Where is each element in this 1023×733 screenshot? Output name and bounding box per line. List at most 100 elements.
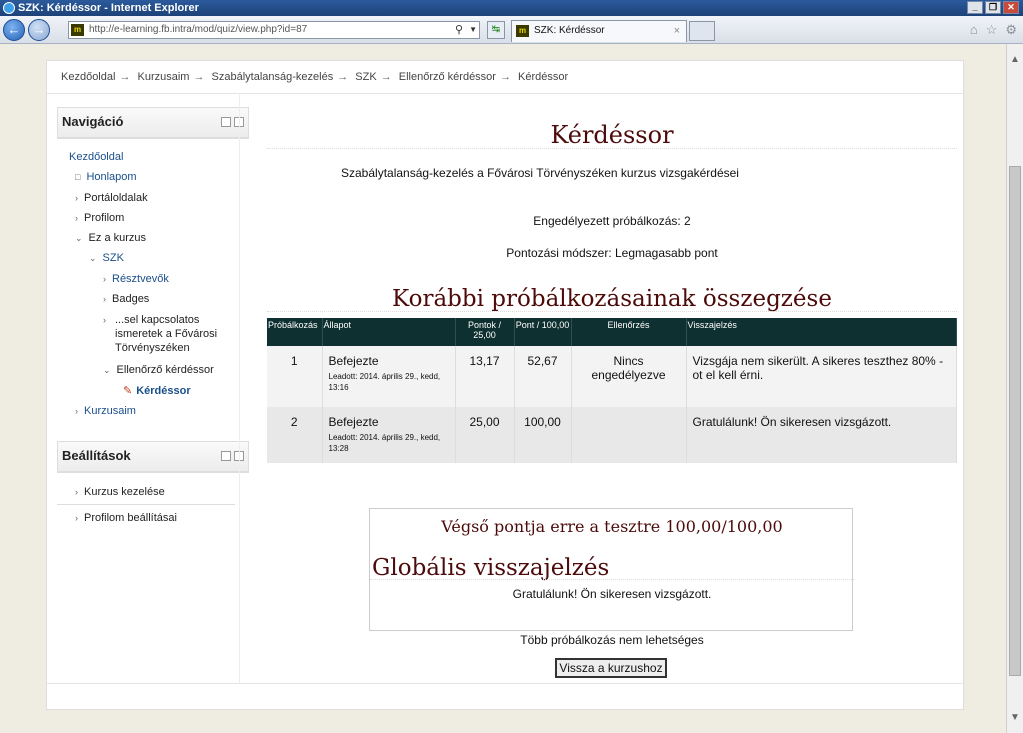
chevron-down-icon: ⌄ <box>75 233 83 243</box>
breadcrumb-item[interactable]: Kérdéssor <box>518 71 568 83</box>
navigation-title: Navigáció <box>62 114 124 129</box>
collapse-icon[interactable] <box>221 117 231 127</box>
feedback-box: Végső pontja erre a tesztre 100,00/100,0… <box>369 508 854 631</box>
nav-item-quiz-section[interactable]: ⌄ Ellenőrző kérdéssor <box>103 364 214 376</box>
nav-item-mypage[interactable]: □ Honlapom <box>75 171 137 183</box>
breadcrumb: Kezdőoldal → Kurzusaim → Szabálytalanság-k… <box>61 71 569 83</box>
chevron-right-icon: › <box>75 406 78 416</box>
square-bullet-icon: □ <box>75 172 81 182</box>
quiz-icon: ✎ <box>123 385 133 397</box>
col-header-points: Pontok / 25,00 <box>455 318 515 346</box>
minimize-icon[interactable]: _ <box>967 1 983 14</box>
summary-heading: Korábbi próbálkozásainak összegzése <box>392 286 832 312</box>
attempt-points: 25,00 <box>455 407 515 463</box>
breadcrumb-item[interactable]: Kezdőoldal <box>61 71 115 83</box>
grading-method: Pontozási módszer: Legmagasabb pont <box>506 246 718 260</box>
settings-item-profile-settings[interactable]: › Profilom beállításai <box>75 512 177 524</box>
col-header-review: Ellenőrzés <box>571 318 687 346</box>
col-header-feedback: Visszajelzés <box>686 318 957 346</box>
submitted-time: Leadott: 2014. április 29., kedd, 13:16 <box>328 372 441 392</box>
col-header-grade: Pont / 100,00 <box>514 318 572 346</box>
submitted-time: Leadott: 2014. április 29., kedd, 13:28 <box>328 433 441 453</box>
nav-item-my-courses[interactable]: › Kurzusaim <box>75 405 136 417</box>
navigation-block: Navigáció <box>57 107 249 139</box>
compatibility-icon[interactable]: ↹ <box>487 21 505 39</box>
chevron-down-icon: ⌄ <box>89 253 97 263</box>
nav-item-section[interactable]: › ...sel kapcsolatos ismeretek a Fővárosi… <box>103 313 223 355</box>
chevron-down-icon: ⌄ <box>103 365 111 375</box>
settings-item-course-admin[interactable]: › Kurzus kezelése <box>75 486 165 498</box>
tab-title: SZK: Kérdéssor <box>534 25 605 36</box>
search-icon[interactable]: ⚲ <box>455 22 463 38</box>
browser-toolbar: ← → m http://e-learning.fb.intra/mod/qui… <box>0 16 1023 44</box>
nav-item-szk[interactable]: ⌄ SZK <box>89 252 124 264</box>
attempt-number: 1 <box>267 346 323 407</box>
page-content: Kezdőoldal → Kurzusaim → Szabálytalanság-k… <box>46 60 965 710</box>
tab-favicon-icon: m <box>516 25 529 37</box>
chevron-right-icon: › <box>75 487 78 497</box>
nav-item-participants[interactable]: › Résztvevők <box>103 273 169 285</box>
attempt-grade: 52,67 <box>514 346 572 407</box>
nav-item-quiz[interactable]: ✎ Kérdéssor <box>123 384 191 397</box>
attempts-allowed: Engedélyezett próbálkozás: 2 <box>533 214 691 228</box>
quiz-intro: Szabálytalanság-kezelés a Fővárosi Törvé… <box>341 166 739 180</box>
attempt-points: 13,17 <box>455 346 515 407</box>
chevron-right-icon: › <box>75 213 78 223</box>
vertical-scrollbar[interactable]: ▲ ▼ <box>1006 44 1023 733</box>
window-title: SZK: Kérdéssor - Internet Explorer <box>18 2 199 14</box>
settings-tree: › Kurzus kezelése › Profilom beállításai <box>57 486 247 526</box>
table-row: 1 Befejezte Leadott: 2014. április 29., k… <box>267 346 957 407</box>
attempt-review: Nincs engedélyezve <box>571 346 687 407</box>
scroll-up-icon[interactable]: ▲ <box>1010 54 1020 65</box>
attempt-feedback: Vizsgája nem sikerült. A sikeres teszthe… <box>686 346 957 407</box>
col-header-status: Állapot <box>322 318 456 346</box>
nav-item-this-course[interactable]: ⌄ Ez a kurzus <box>75 232 146 244</box>
ie-logo-icon <box>3 2 15 14</box>
scroll-thumb[interactable] <box>1009 166 1021 676</box>
new-tab-button[interactable] <box>689 21 715 41</box>
settings-block: Beállítások <box>57 441 249 473</box>
settings-gear-icon[interactable]: ⚙ <box>1005 22 1017 38</box>
window-titlebar: SZK: Kérdéssor - Internet Explorer _ ❐ ✕ <box>0 0 1023 16</box>
dropdown-icon[interactable]: ▼ <box>469 22 477 38</box>
chevron-right-icon: › <box>75 513 78 523</box>
window-controls: _ ❐ ✕ <box>967 1 1019 14</box>
address-url[interactable]: http://e-learning.fb.intra/mod/quiz/view… <box>89 24 307 35</box>
attempt-status: Befejezte Leadott: 2014. április 29., ked… <box>322 407 456 463</box>
breadcrumb-item[interactable]: Szabálytalanság-kezelés <box>212 71 334 83</box>
nav-item-portal[interactable]: › Portáloldalak <box>75 192 148 204</box>
favorites-star-icon[interactable]: ☆ <box>986 22 998 38</box>
browser-tab[interactable]: m SZK: Kérdéssor × <box>511 20 687 42</box>
table-row: 2 Befejezte Leadott: 2014. április 29., k… <box>267 407 957 463</box>
home-icon[interactable]: ⌂ <box>970 22 978 38</box>
col-header-attempt: Próbálkozás <box>267 318 323 346</box>
site-favicon-icon: m <box>71 24 84 36</box>
chevron-right-icon: › <box>103 315 106 325</box>
final-grade: Végső pontja erre a tesztre 100,00/100,0… <box>441 517 783 536</box>
chevron-right-icon: › <box>103 274 106 284</box>
settings-title: Beállítások <box>62 448 131 463</box>
attempt-number: 2 <box>267 407 323 463</box>
navigation-tree: Kezdőoldal □ Honlapom › Portáloldalak › Pro… <box>57 151 247 421</box>
attempt-status: Befejezte Leadott: 2014. április 29., ked… <box>322 346 456 407</box>
back-icon[interactable]: ← <box>3 19 25 41</box>
collapse-icon[interactable] <box>221 451 231 461</box>
global-feedback-heading: Globális visszajelzés <box>372 555 610 581</box>
attempt-review <box>571 407 687 463</box>
breadcrumb-item[interactable]: Kurzusaim <box>138 71 190 83</box>
address-bar[interactable]: m http://e-learning.fb.intra/mod/quiz/vi… <box>68 21 480 39</box>
chevron-right-icon: › <box>103 294 106 304</box>
close-icon[interactable]: ✕ <box>1003 1 1019 14</box>
tab-close-icon[interactable]: × <box>674 21 680 41</box>
breadcrumb-item[interactable]: SZK <box>355 71 376 83</box>
nav-item-home[interactable]: Kezdőoldal <box>69 151 123 163</box>
nav-item-profile[interactable]: › Profilom <box>75 212 124 224</box>
no-more-attempts: Több próbálkozás nem lehetséges <box>520 633 704 647</box>
nav-item-badges[interactable]: › Badges <box>103 293 149 305</box>
page-title: Kérdéssor <box>550 121 674 149</box>
back-to-course-button[interactable]: Vissza a kurzushoz <box>555 658 667 678</box>
breadcrumb-item[interactable]: Ellenőrző kérdéssor <box>399 71 496 83</box>
scroll-down-icon[interactable]: ▼ <box>1010 712 1020 723</box>
forward-icon[interactable]: → <box>28 19 50 41</box>
maximize-icon[interactable]: ❐ <box>985 1 1001 14</box>
